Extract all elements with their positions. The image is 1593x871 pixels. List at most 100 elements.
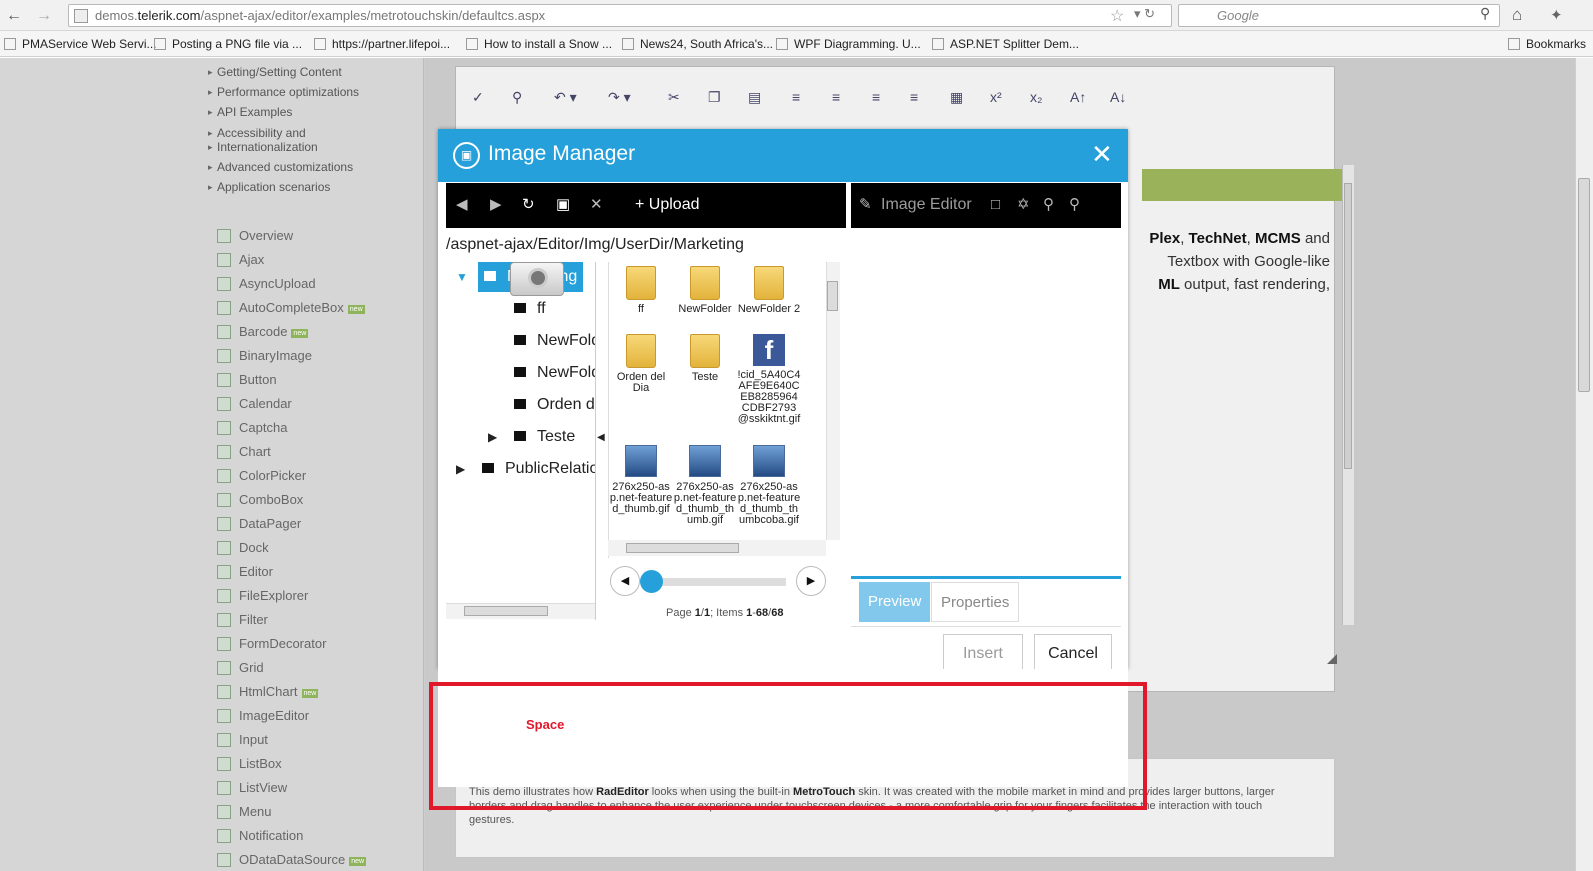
fit-icon[interactable]: □ [991, 195, 1000, 215]
sidebar-subitem[interactable]: Accessibility and [208, 126, 306, 140]
forward-arrow-icon[interactable]: → [34, 6, 54, 26]
file-item[interactable]: 276x250-asp.net-featured_thumb_thumb.gif [673, 445, 737, 526]
zoom-in-icon[interactable]: ⚲ [1043, 195, 1054, 215]
sidebar-item-captcha[interactable]: Captcha [217, 420, 287, 438]
sidebar-item-ajax[interactable]: Ajax [217, 252, 264, 270]
page-scrollbar-thumb[interactable] [1578, 178, 1590, 392]
next-page-button[interactable]: ▶ [796, 566, 826, 596]
home-icon[interactable]: ⌂ [1512, 5, 1522, 25]
addon-icon[interactable]: ✦ [1550, 6, 1563, 24]
sidebar-item-colorpicker[interactable]: ColorPicker [217, 468, 306, 486]
sidebar-item-filter[interactable]: Filter [217, 612, 268, 630]
bookmark-star-icon[interactable]: ☆ [1110, 6, 1124, 26]
superscript-icon[interactable]: x² [990, 89, 1002, 105]
dialog-titlebar[interactable]: ▣ Image Manager ✕ [438, 129, 1128, 182]
sidebar-subitem-continued[interactable]: Internationalization [208, 140, 318, 154]
tree-scrollbar-thumb[interactable] [464, 606, 548, 616]
tab-properties[interactable]: Properties [931, 582, 1020, 622]
sidebar-item-fileexplorer[interactable]: FileExplorer [217, 588, 308, 606]
tree-node[interactable]: NewFold [514, 326, 595, 356]
editor-content-text[interactable]: Plex, TechNet, MCMS and Textbox with Goo… [1142, 227, 1330, 296]
bookmark-item[interactable]: WPF Diagramming. U... [776, 37, 921, 51]
pager-slider-track[interactable] [648, 578, 786, 586]
sidebar-subitem[interactable]: Getting/Setting Content [208, 65, 342, 79]
new-folder-icon[interactable]: ▣ [556, 195, 570, 215]
sidebar-item-grid[interactable]: Grid [217, 660, 264, 678]
zoom-out-icon[interactable]: ⚲ [1069, 195, 1080, 215]
bookmark-item[interactable]: Posting a PNG file via ... [154, 37, 302, 51]
find-icon[interactable]: ⚲ [512, 89, 522, 106]
sidebar-subitem[interactable]: Advanced customizations [208, 160, 353, 174]
close-icon[interactable]: ✕ [1091, 140, 1113, 168]
bookmark-item[interactable]: News24, South Africa's... [622, 37, 773, 51]
file-list-hscroll-thumb[interactable] [626, 543, 739, 553]
splitter-collapse-icon[interactable]: ◀ [597, 432, 605, 443]
reload-icon[interactable]: ▾ ↻ [1134, 6, 1155, 22]
sidebar-item-imageeditor[interactable]: ImageEditor [217, 708, 309, 726]
tree-node[interactable]: Teste [514, 422, 575, 452]
search-input[interactable]: Google [1178, 4, 1500, 27]
sidebar-item-asyncupload[interactable]: AsyncUpload [217, 276, 316, 294]
sidebar-item-input[interactable]: Input [217, 732, 268, 750]
tree-node[interactable]: ff [514, 294, 546, 324]
file-item[interactable]: 276x250-asp.net-featured_thumb.gif [609, 445, 673, 515]
bookmark-item[interactable]: How to install a Snow ... [466, 37, 612, 51]
sidebar-item-button[interactable]: Button [217, 372, 277, 390]
bookmark-item[interactable]: PMAService Web Servi... [4, 37, 156, 51]
cut-icon[interactable]: ✂ [668, 89, 680, 106]
sidebar-item-chart[interactable]: Chart [217, 444, 271, 462]
prev-page-button[interactable]: ◀ [610, 566, 640, 596]
sidebar-item-datapager[interactable]: DataPager [217, 516, 301, 534]
expand-arrow-icon[interactable]: ▶ [456, 454, 465, 484]
tree-node[interactable]: PublicRelation [482, 454, 595, 484]
expand-arrow-icon[interactable]: ▶ [488, 422, 497, 452]
back-arrow-icon[interactable]: ← [4, 6, 24, 26]
justify-icon[interactable]: ≡ [910, 89, 918, 105]
tree-node[interactable]: Orden de [514, 390, 595, 420]
sidebar-subitem[interactable]: API Examples [208, 105, 292, 119]
tab-preview[interactable]: Preview [859, 582, 931, 622]
sidebar-item-menu[interactable]: Menu [217, 804, 272, 822]
sidebar-subitem[interactable]: Performance optimizations [208, 85, 359, 99]
file-item[interactable]: Teste [673, 334, 737, 383]
copy-icon[interactable]: ❐ [708, 89, 721, 106]
sidebar-item-odatadatasource[interactable]: ODataDataSource new [217, 852, 367, 870]
subscript-icon[interactable]: x₂ [1030, 89, 1042, 105]
table-icon[interactable]: ▦ [950, 89, 963, 106]
bookmarks-folder[interactable]: Bookmarks [1508, 37, 1586, 51]
search-icon[interactable]: ⚲ [1480, 5, 1490, 22]
sidebar-item-listbox[interactable]: ListBox [217, 756, 282, 774]
actual-size-icon[interactable]: ✡ [1017, 195, 1030, 215]
file-item[interactable]: NewFolder [673, 266, 737, 315]
file-item[interactable]: ff [609, 266, 673, 315]
tree-node[interactable]: NewFold [514, 358, 595, 388]
editor-resize-handle[interactable] [1327, 654, 1337, 664]
sidebar-item-barcode[interactable]: Barcode new [217, 324, 309, 342]
sidebar-subitem[interactable]: Application scenarios [208, 180, 330, 194]
image-editor-icon[interactable]: ✎ [859, 195, 872, 215]
bookmark-item[interactable]: https://partner.lifepoi... [314, 37, 450, 51]
font-size-down-icon[interactable]: A↓ [1110, 89, 1126, 105]
insert-button[interactable]: Insert [943, 634, 1023, 672]
sidebar-item-listview[interactable]: ListView [217, 780, 287, 798]
file-item[interactable]: f !cid_5A40C4AFE9E640CEB8285964CDBF2793@s… [737, 334, 801, 425]
sidebar-item-combobox[interactable]: ComboBox [217, 492, 303, 510]
forward-icon[interactable]: ▶ [490, 195, 502, 215]
delete-icon[interactable]: ✕ [590, 195, 603, 215]
sidebar-item-autocompletebox[interactable]: AutoCompleteBox new [217, 300, 365, 318]
upload-button[interactable]: + Upload [635, 196, 700, 214]
file-item[interactable]: 276x250-asp.net-featured_thumb_thumbcoba… [737, 445, 801, 526]
font-size-up-icon[interactable]: A↑ [1070, 89, 1086, 105]
image-editor-button[interactable]: Image Editor [881, 196, 972, 214]
bookmark-item[interactable]: ASP.NET Splitter Dem... [932, 37, 1079, 51]
undo-icon[interactable]: ↶ ▾ [554, 89, 577, 106]
editor-scrollbar-thumb[interactable] [1344, 183, 1352, 469]
paste-icon[interactable]: ▤ [748, 89, 761, 106]
refresh-icon[interactable]: ↻ [522, 195, 535, 215]
sidebar-item-editor[interactable]: Editor [217, 564, 273, 582]
file-item[interactable]: NewFolder 2 [737, 266, 801, 315]
spellcheck-icon[interactable]: ✓ [472, 89, 484, 106]
collapse-arrow-icon[interactable]: ▼ [456, 262, 468, 292]
sidebar-item-dock[interactable]: Dock [217, 540, 269, 558]
address-bar[interactable]: demos.telerik.com/aspnet-ajax/editor/exa… [68, 4, 1172, 27]
